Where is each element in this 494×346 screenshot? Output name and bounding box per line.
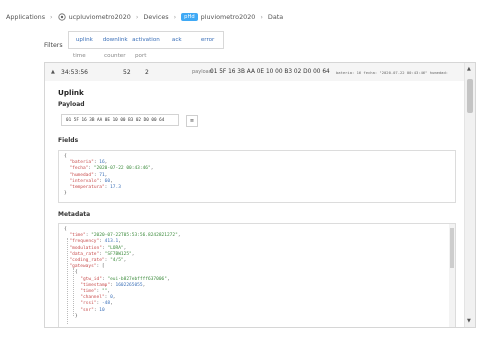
metadata-scrollbar[interactable] bbox=[449, 224, 455, 327]
field-key: fecha bbox=[72, 166, 86, 172]
format-toggle-button[interactable]: ≡ bbox=[186, 115, 198, 127]
chevron-right-icon: › bbox=[173, 13, 177, 21]
chevron-right-icon: › bbox=[260, 13, 263, 21]
metadata-scroll-thumb[interactable] bbox=[450, 228, 454, 268]
meta-gtw-id: "eui-b827ebffff637006" bbox=[107, 276, 167, 282]
filter-tab-uplink[interactable]: uplink bbox=[69, 37, 100, 43]
filters-label: Filters bbox=[44, 42, 63, 49]
meta-modulation: "LORA" bbox=[107, 245, 124, 251]
scroll-down-icon[interactable]: ▼ bbox=[467, 318, 471, 324]
breadcrumb-app[interactable]: ucpluviometro2020 bbox=[69, 13, 131, 21]
meta-gw-time: "" bbox=[101, 289, 108, 295]
message-row[interactable]: ▲ 34:53:56 52 2 payload: 01 5F 16 3B AA … bbox=[45, 63, 465, 81]
message-counter: 52 bbox=[123, 68, 131, 76]
fields-code-block: { "bateria": 16, "fecha": "2020-07-22 00… bbox=[58, 150, 456, 203]
panel-scroll-thumb[interactable] bbox=[467, 79, 473, 113]
filter-tab-error[interactable]: error bbox=[192, 37, 223, 43]
payload-heading: Payload bbox=[58, 101, 85, 108]
indent-guide bbox=[73, 268, 74, 316]
fields-list: "bateria": 16, "fecha": "2020-07-22 00:4… bbox=[64, 160, 450, 191]
metadata-code-block: { "time": "2020-07-22T05:53:56.824282127… bbox=[58, 223, 456, 327]
app-icon bbox=[58, 13, 66, 21]
meta-data-rate: "SF7BW125" bbox=[104, 251, 132, 257]
filter-tab-ack[interactable]: ack bbox=[161, 37, 192, 43]
breadcrumb-data: Data bbox=[267, 13, 284, 21]
meta-timestamp: 1602265055 bbox=[115, 282, 143, 288]
column-header-port: port bbox=[135, 53, 147, 59]
field-key: intervalo bbox=[72, 178, 97, 184]
caret-up-icon[interactable]: ▲ bbox=[51, 69, 55, 75]
field-value: 17.3 bbox=[110, 185, 121, 191]
column-header-time: time bbox=[73, 53, 86, 59]
device-badge: pHd bbox=[181, 13, 198, 21]
meta-rssi: -48 bbox=[101, 301, 111, 307]
meta-channel: 0 bbox=[110, 295, 113, 301]
chevron-right-icon: › bbox=[135, 13, 139, 21]
field-value: "2020-07-22 00:43:46" bbox=[93, 166, 151, 172]
message-port: 2 bbox=[145, 68, 149, 76]
payload-hex: 01 5F 16 3B AA 0E 10 00 B3 02 D0 00 64 bbox=[210, 69, 330, 75]
field-key: temperatura bbox=[72, 185, 102, 191]
column-header-counter: counter bbox=[104, 53, 126, 59]
message-time: 34:53:56 bbox=[61, 68, 88, 76]
chevron-right-icon: › bbox=[50, 13, 53, 21]
meta-time: "2020-07-22T05:53:56.8242821272" bbox=[91, 233, 178, 239]
field-key: humedad bbox=[72, 172, 92, 178]
uplink-heading: Uplink bbox=[58, 88, 84, 97]
breadcrumb-applications[interactable]: Applications bbox=[6, 13, 45, 21]
indent-guide bbox=[67, 238, 68, 324]
filter-tab-activation[interactable]: activation bbox=[131, 37, 162, 43]
meta-frequency: 413.1 bbox=[104, 239, 119, 245]
field-key: bateria bbox=[72, 160, 92, 166]
panel-scrollbar[interactable]: ▲ ▼ bbox=[464, 63, 475, 327]
fields-heading: Fields bbox=[58, 137, 79, 144]
metadata-heading: Metadata bbox=[58, 211, 91, 218]
payload-fields-preview: bateria: 16 fecha: "2020-07-22 00:43:46"… bbox=[336, 69, 449, 75]
breadcrumb: Applications › ucpluviometro2020 › Devic… bbox=[6, 10, 283, 24]
payload-hex-box: 01 5F 16 3B AA 0E 10 00 B3 02 D0 00 64 bbox=[61, 114, 179, 126]
breadcrumb-devices[interactable]: Devices bbox=[143, 13, 168, 21]
scroll-up-icon[interactable]: ▲ bbox=[467, 66, 471, 72]
filter-tab-downlink[interactable]: downlink bbox=[100, 37, 131, 43]
filter-tabs: uplink downlink activation ack error bbox=[68, 31, 224, 49]
breadcrumb-device[interactable]: pluviometro2020 bbox=[201, 13, 256, 21]
meta-coding-rate: "4/5" bbox=[110, 258, 124, 264]
message-panel: ▲ 34:53:56 52 2 payload: 01 5F 16 3B AA … bbox=[44, 62, 476, 328]
meta-snr: 10 bbox=[99, 307, 105, 313]
